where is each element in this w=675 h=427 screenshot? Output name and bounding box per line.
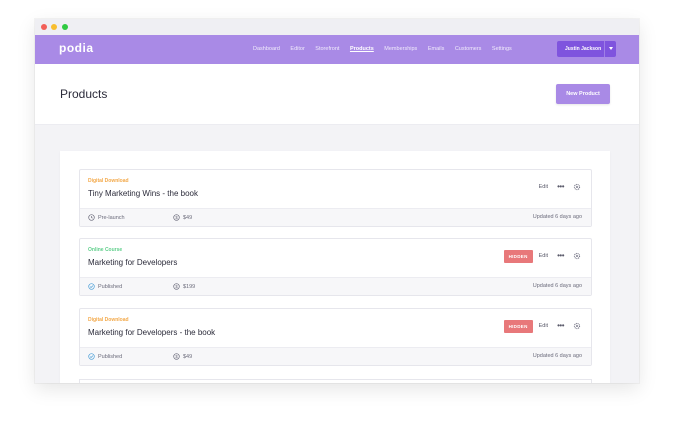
nav-link-settings[interactable]: Settings bbox=[492, 46, 512, 52]
product-card[interactable]: Digital Download Tiny Marketing Wins - t… bbox=[79, 169, 592, 227]
updated-label: Updated 6 days ago bbox=[532, 353, 582, 359]
more-options-icon[interactable]: ••• bbox=[557, 183, 564, 191]
product-footer: Published $ $199 Updated 6 days ago bbox=[80, 277, 591, 295]
clock-icon bbox=[88, 214, 95, 221]
user-menu-divider bbox=[604, 41, 605, 57]
maximize-window-dot[interactable] bbox=[62, 24, 68, 30]
product-title[interactable]: Tiny Marketing Wins - the book bbox=[88, 189, 198, 198]
product-footer: Published $ $49 Updated 6 days ago bbox=[80, 347, 591, 365]
check-circle-icon bbox=[88, 353, 95, 360]
edit-button[interactable]: Edit bbox=[539, 323, 548, 329]
chevron-down-icon[interactable] bbox=[609, 47, 613, 50]
product-footer: Pre-launch $ $49 Updated 6 days ago bbox=[80, 208, 591, 226]
status-label: Published bbox=[98, 283, 123, 290]
user-name: Justin Jackson bbox=[565, 46, 602, 52]
svg-text:$: $ bbox=[175, 284, 178, 289]
check-circle-icon bbox=[88, 283, 95, 290]
page-title: Products bbox=[60, 87, 108, 101]
updated-label: Updated 6 days ago bbox=[532, 283, 582, 289]
dollar-circle-icon: $ bbox=[173, 214, 180, 221]
product-title[interactable]: Marketing for Developers bbox=[88, 258, 177, 267]
product-status: Published bbox=[88, 353, 122, 360]
dollar-circle-icon: $ bbox=[173, 283, 180, 290]
hidden-badge: HIDDEN bbox=[503, 249, 533, 263]
gear-icon[interactable] bbox=[573, 322, 581, 330]
updated-label: Updated 6 days ago bbox=[532, 214, 582, 220]
product-card[interactable]: Online Course Marketing for Developers H… bbox=[79, 238, 592, 296]
product-actions: HIDDEN Edit ••• bbox=[503, 319, 581, 333]
close-window-dot[interactable] bbox=[41, 24, 47, 30]
svg-text:$: $ bbox=[175, 354, 178, 359]
product-card-partial[interactable] bbox=[79, 379, 592, 383]
status-label: Pre-launch bbox=[98, 214, 125, 221]
top-navbar: podia Dashboard Editor Storefront Produc… bbox=[35, 35, 639, 64]
product-price: $ $49 bbox=[173, 353, 192, 360]
user-menu-button[interactable]: Justin Jackson bbox=[557, 41, 616, 57]
nav-link-storefront[interactable]: Storefront bbox=[315, 46, 339, 52]
main-content: Digital Download Tiny Marketing Wins - t… bbox=[35, 125, 639, 383]
price-label: $199 bbox=[183, 283, 196, 290]
product-price: $ $199 bbox=[173, 283, 195, 290]
dollar-circle-icon: $ bbox=[173, 353, 180, 360]
edit-button[interactable]: Edit bbox=[539, 253, 548, 259]
product-type: Digital Download bbox=[88, 317, 129, 323]
more-options-icon[interactable]: ••• bbox=[557, 322, 564, 330]
product-title[interactable]: Marketing for Developers - the book bbox=[88, 328, 215, 337]
nav-link-editor[interactable]: Editor bbox=[290, 46, 304, 52]
product-status: Pre-launch bbox=[88, 214, 125, 221]
nav-links: Dashboard Editor Storefront Products Mem… bbox=[253, 46, 522, 52]
product-actions: Edit ••• bbox=[539, 180, 581, 194]
price-label: $49 bbox=[183, 214, 193, 221]
browser-window: podia Dashboard Editor Storefront Produc… bbox=[35, 19, 639, 383]
gear-icon[interactable] bbox=[573, 183, 581, 191]
nav-link-emails[interactable]: Emails bbox=[428, 46, 445, 52]
minimize-window-dot[interactable] bbox=[51, 24, 57, 30]
product-actions: HIDDEN Edit ••• bbox=[503, 249, 581, 263]
price-label: $49 bbox=[183, 353, 193, 360]
new-product-button[interactable]: New Product bbox=[556, 84, 610, 104]
product-price: $ $49 bbox=[173, 214, 192, 221]
product-type: Online Course bbox=[88, 247, 123, 253]
svg-text:$: $ bbox=[175, 215, 178, 220]
nav-link-memberships[interactable]: Memberships bbox=[384, 46, 417, 52]
more-options-icon[interactable]: ••• bbox=[557, 252, 564, 260]
window-titlebar bbox=[35, 19, 639, 35]
status-label: Published bbox=[98, 353, 123, 360]
podia-logo[interactable]: podia bbox=[59, 41, 94, 55]
product-type: Digital Download bbox=[88, 178, 129, 184]
nav-link-customers[interactable]: Customers bbox=[455, 46, 482, 52]
nav-link-dashboard[interactable]: Dashboard bbox=[253, 46, 280, 52]
page-header: Products New Product bbox=[35, 64, 639, 125]
edit-button[interactable]: Edit bbox=[539, 184, 548, 190]
products-panel: Digital Download Tiny Marketing Wins - t… bbox=[60, 151, 610, 383]
hidden-badge: HIDDEN bbox=[503, 319, 533, 333]
product-card[interactable]: Digital Download Marketing for Developer… bbox=[79, 308, 592, 366]
product-status: Published bbox=[88, 283, 122, 290]
gear-icon[interactable] bbox=[573, 252, 581, 260]
nav-link-products[interactable]: Products bbox=[350, 46, 374, 52]
